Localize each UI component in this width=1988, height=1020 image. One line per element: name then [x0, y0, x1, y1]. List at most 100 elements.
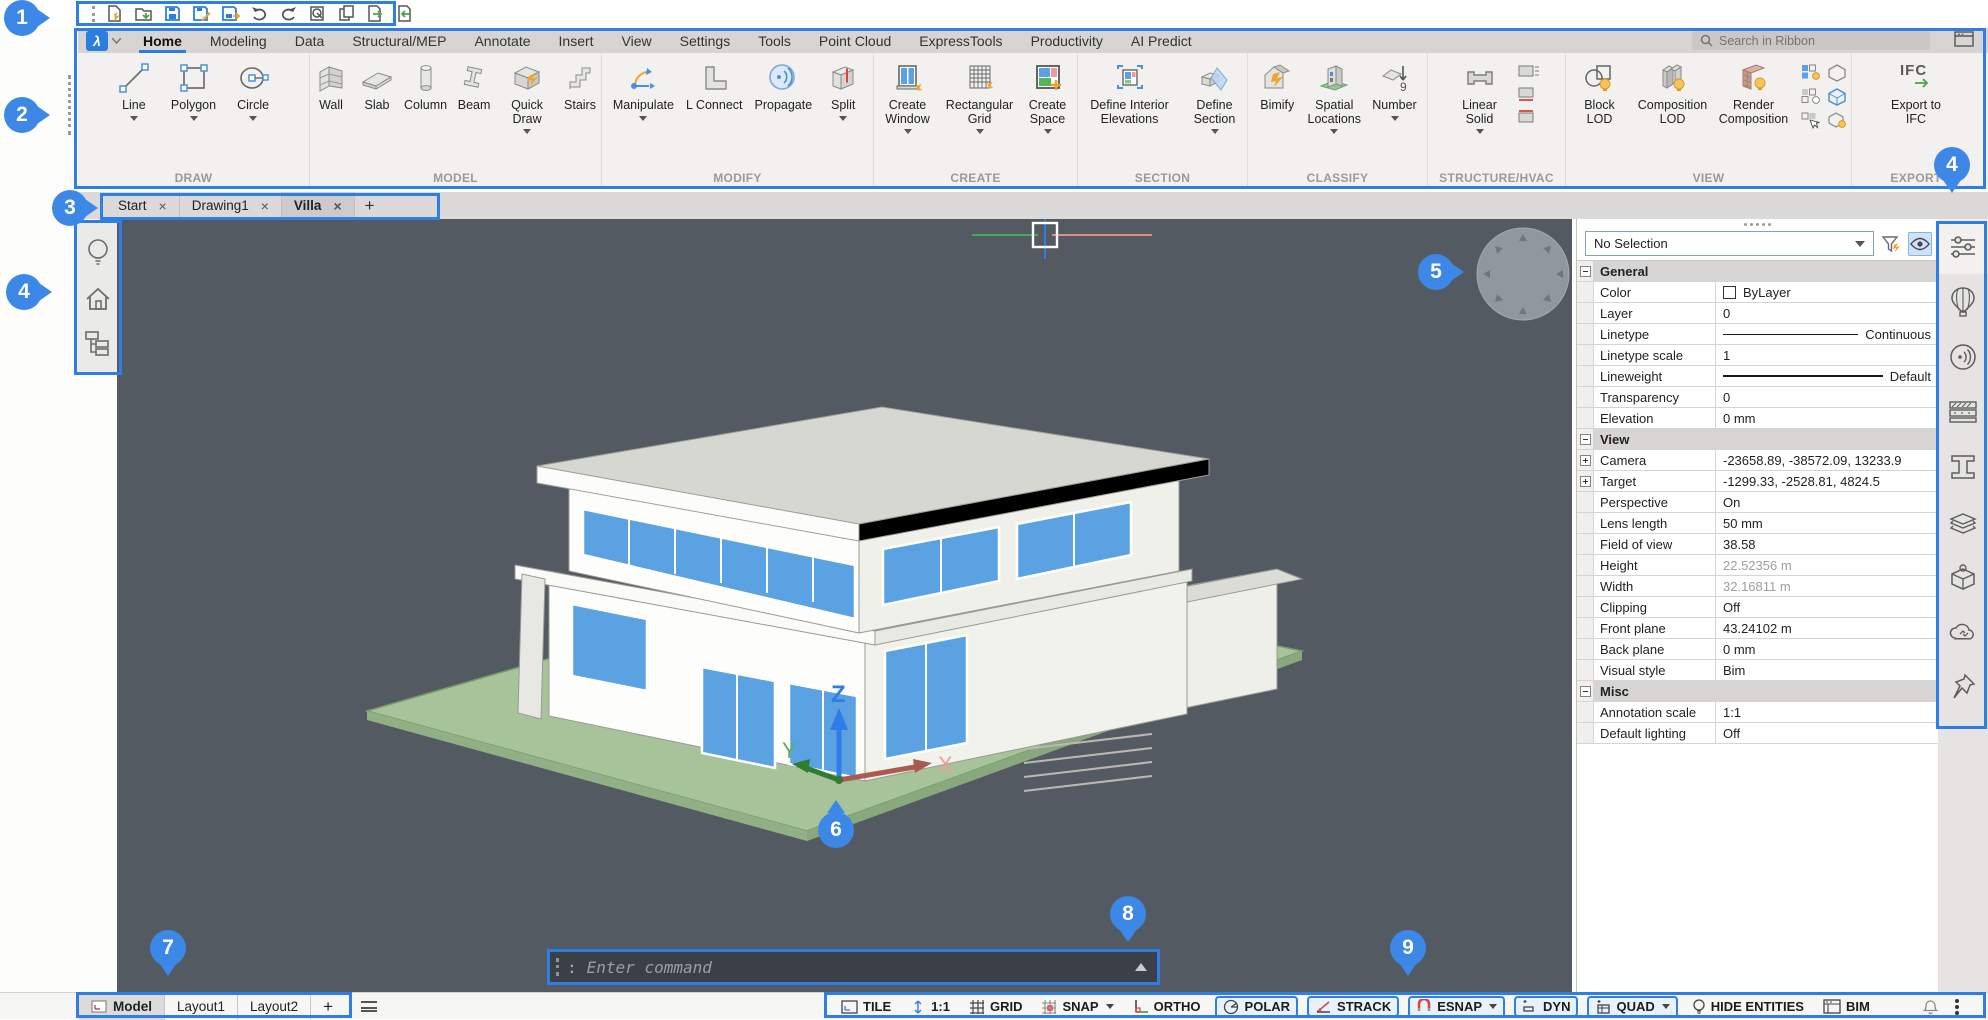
number-button[interactable]: 9 Number — [1370, 58, 1418, 126]
tab-modeling[interactable]: Modeling — [196, 28, 281, 53]
prop-row-visual-style[interactable]: Visual styleBim — [1577, 660, 1938, 681]
split-button[interactable]: Split — [822, 58, 864, 126]
prop-row-color[interactable]: ColorByLayer — [1577, 282, 1938, 303]
collapse-section-toggle[interactable] — [1577, 681, 1594, 701]
slab-button[interactable]: Slab — [356, 58, 398, 114]
doc-tab-villa[interactable]: Villa × — [282, 192, 355, 219]
notifications-bell-icon[interactable] — [1923, 999, 1938, 1015]
status-field-ortho[interactable]: ORTHO — [1128, 998, 1206, 1015]
panel-drag-handle[interactable] — [1577, 219, 1938, 229]
dropdown-caret-icon[interactable] — [130, 116, 138, 125]
status-field-grid[interactable]: GRID — [964, 998, 1028, 1016]
quick-draw-button[interactable]: Quick Draw — [499, 58, 555, 139]
linear-solid-button[interactable]: Linear Solid — [1450, 58, 1510, 139]
collapse-section-toggle[interactable] — [1577, 429, 1594, 449]
prop-row-layer[interactable]: Layer0 — [1577, 303, 1938, 324]
command-line[interactable]: : Enter command — [547, 949, 1160, 985]
expand-row-toggle[interactable] — [1577, 471, 1594, 491]
new-drawing-icon[interactable] — [104, 4, 124, 24]
structure-browser-icon[interactable] — [84, 330, 112, 356]
solid-outline-icon[interactable] — [1827, 64, 1847, 82]
dropdown-caret-icon[interactable] — [904, 129, 912, 138]
layout2-tab[interactable]: Layout2 — [238, 993, 311, 1020]
prop-row-field-of-view[interactable]: Field of view38.58 — [1577, 534, 1938, 555]
render-composition-button[interactable]: Render Composition — [1715, 58, 1793, 127]
prop-row-lineweight[interactable]: LineweightDefault — [1577, 366, 1938, 387]
dropdown-caret-icon[interactable] — [1391, 116, 1399, 125]
dropdown-caret-icon[interactable] — [190, 116, 198, 125]
chevron-down-icon[interactable] — [1106, 1004, 1114, 1013]
ribbon-drag-handle[interactable] — [68, 75, 71, 135]
compositions-panel-button[interactable] — [1938, 384, 1988, 439]
create-window-button[interactable]: Create Window — [875, 58, 941, 139]
tab-insert[interactable]: Insert — [545, 28, 608, 53]
structural-connect-icon[interactable] — [1518, 64, 1540, 80]
solid-bulb-icon[interactable] — [1827, 112, 1847, 130]
drawing-viewport[interactable]: Z X Y — [117, 219, 1572, 992]
collapse-section-toggle[interactable] — [1577, 261, 1594, 281]
pin-panel-button[interactable] — [1938, 659, 1988, 714]
tab-view[interactable]: View — [608, 28, 666, 53]
wall-button[interactable]: Wall — [310, 58, 352, 114]
tab-productivity[interactable]: Productivity — [1017, 28, 1117, 53]
spatial-locations-button[interactable]: Spatial Locations — [1303, 58, 1365, 139]
filter-icon[interactable] — [1879, 232, 1903, 256]
propagate-panel-button[interactable] — [1938, 329, 1988, 384]
doc-tab-drawing1[interactable]: Drawing1 × — [180, 192, 282, 219]
status-field-dyn[interactable]: DYN — [1514, 996, 1578, 1017]
status-field-snap[interactable]: SNAP — [1036, 998, 1118, 1016]
tab-tools[interactable]: Tools — [744, 28, 805, 53]
eye-icon[interactable] — [1908, 232, 1932, 256]
tab-annotate[interactable]: Annotate — [460, 28, 544, 53]
save-all-icon[interactable] — [220, 4, 240, 24]
prop-row-elevation[interactable]: Elevation0 mm — [1577, 408, 1938, 429]
command-line-drag-handle[interactable] — [556, 958, 559, 976]
dropdown-caret-icon[interactable] — [1211, 129, 1219, 138]
multi-profile-icon[interactable] — [1518, 110, 1540, 126]
lod-blocks-on-icon[interactable] — [1801, 64, 1821, 82]
status-field-bim[interactable]: BIM — [1818, 998, 1875, 1015]
dropdown-caret-icon[interactable] — [1330, 129, 1338, 138]
tab-data[interactable]: Data — [281, 28, 339, 53]
selection-dropdown[interactable]: No Selection — [1585, 231, 1874, 256]
prop-row-annotation-scale[interactable]: Annotation scale1:1 — [1577, 702, 1938, 723]
layout1-tab[interactable]: Layout1 — [165, 993, 238, 1020]
define-section-button[interactable]: Define Section — [1184, 58, 1246, 139]
plot-icon[interactable] — [307, 4, 327, 24]
add-layout-button[interactable]: + — [311, 993, 345, 1020]
expand-command-history-icon[interactable] — [1135, 957, 1147, 971]
prop-row-target[interactable]: Target-1299.33, -2528.81, 4824.5 — [1577, 471, 1938, 492]
chevron-down-icon[interactable] — [1489, 1004, 1497, 1013]
export-to-ifc-button[interactable]: IFC Export to IFC — [1883, 58, 1949, 127]
status-field-esnap[interactable]: ESNAP — [1408, 996, 1505, 1018]
prop-row-camera[interactable]: Camera-23658.89, -38572.09, 13233.9 — [1577, 450, 1938, 471]
command-input[interactable]: Enter command — [587, 958, 1135, 977]
layout-list-button[interactable] — [345, 993, 393, 1020]
new-tab-button[interactable]: + — [355, 192, 385, 219]
column-button[interactable]: Column — [402, 58, 449, 114]
create-space-button[interactable]: Create Space — [1019, 58, 1077, 139]
manipulate-button[interactable]: Manipulate — [611, 58, 676, 126]
ribbon-search-input[interactable]: Search in Ribbon — [1692, 31, 1930, 50]
save-as-icon[interactable] — [191, 4, 211, 24]
flip-profile-icon[interactable] — [1518, 87, 1540, 103]
define-interior-elevations-button[interactable]: Define Interior Elevations — [1080, 58, 1180, 127]
close-tab-icon[interactable]: × — [159, 198, 167, 214]
status-field-quad[interactable]: QUAD — [1587, 996, 1677, 1018]
status-field-tile[interactable]: TILE — [836, 998, 896, 1015]
render-materials-button[interactable] — [1938, 274, 1988, 329]
prop-row-transparency[interactable]: Transparency0 — [1577, 387, 1938, 408]
cloud-sync-button[interactable] — [1938, 604, 1988, 659]
tab-point-cloud[interactable]: Point Cloud — [805, 28, 905, 53]
lod-select-icon[interactable] — [1801, 112, 1821, 130]
lod-blocks-off-icon[interactable] — [1801, 88, 1821, 106]
dropdown-caret-icon[interactable] — [639, 116, 647, 125]
block-lod-button[interactable]: Block LOD — [1569, 58, 1631, 127]
dropdown-caret-icon[interactable] — [976, 129, 984, 138]
components-panel-button[interactable] — [1938, 549, 1988, 604]
properties-panel-button[interactable] — [1938, 219, 1988, 274]
close-tab-icon[interactable]: × — [261, 198, 269, 214]
color-swatch[interactable] — [1723, 286, 1736, 299]
stairs-button[interactable]: Stairs — [559, 58, 601, 114]
status-field-strack[interactable]: STRACK — [1307, 996, 1399, 1017]
